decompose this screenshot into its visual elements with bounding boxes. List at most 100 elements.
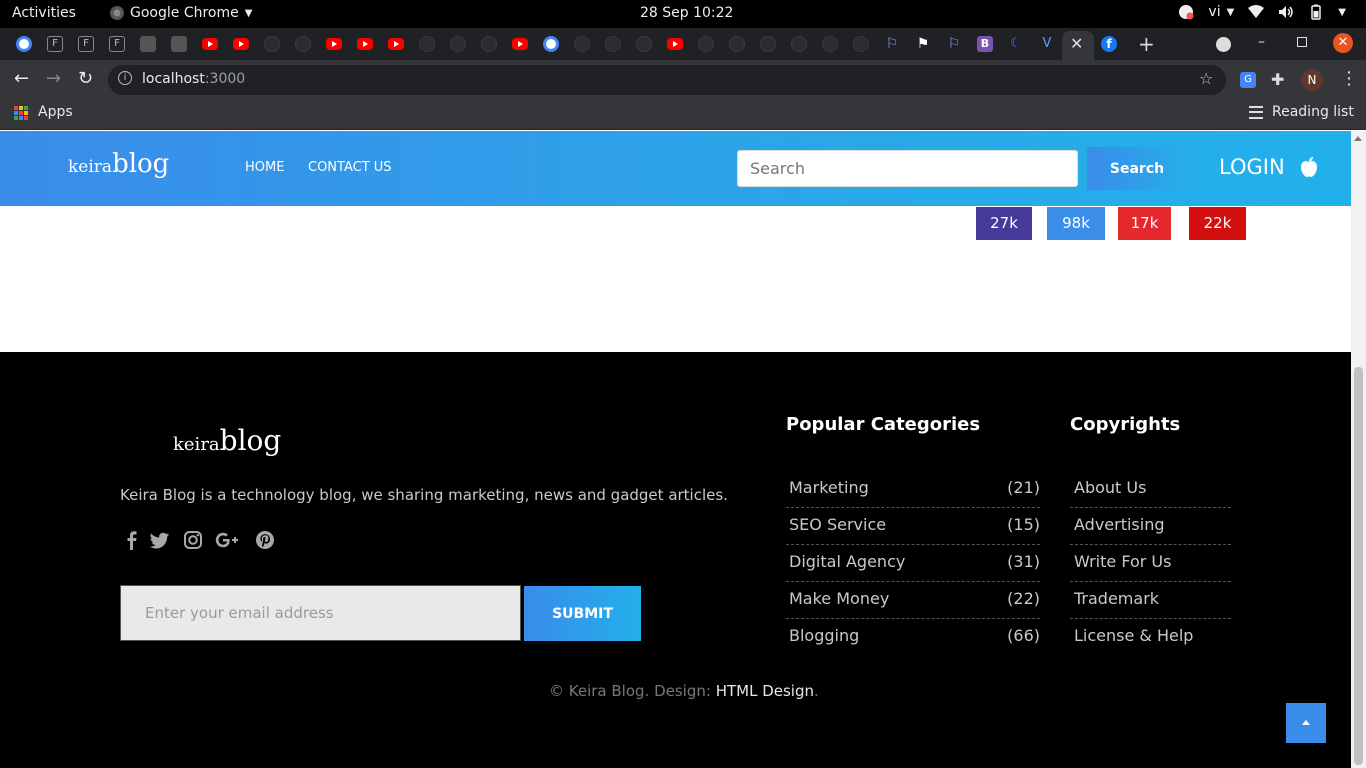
nav-home[interactable]: HOME (245, 160, 284, 175)
extensions-icon[interactable]: ✚ (1271, 70, 1284, 89)
site-info-icon[interactable]: i (118, 71, 132, 85)
tab-github-icon[interactable] (760, 36, 776, 52)
new-tab-button[interactable]: + (1138, 32, 1155, 56)
forward-button[interactable]: → (46, 68, 61, 89)
apps-bookmark[interactable]: Apps (38, 104, 73, 120)
tab-github-icon[interactable] (450, 36, 466, 52)
tab-f-icon[interactable]: F (47, 36, 63, 52)
tab-youtube-icon[interactable] (326, 38, 342, 50)
instagram-icon[interactable] (183, 530, 203, 550)
tab-f-icon[interactable]: F (78, 36, 94, 52)
tab-youtube-icon[interactable] (357, 38, 373, 50)
url-text[interactable]: localhost:3000 (142, 71, 245, 87)
browser-menu-icon[interactable]: ⋮ (1340, 68, 1358, 89)
system-clock[interactable]: 28 Sep 10:22 (640, 5, 733, 21)
copyright-link-item[interactable]: Advertising (1070, 508, 1231, 545)
tab-youtube-icon[interactable] (388, 38, 404, 50)
tab-youtube-icon[interactable] (512, 38, 528, 50)
copyright-link[interactable]: License & Help (1074, 626, 1193, 645)
newsletter-submit-button[interactable]: SUBMIT (524, 586, 641, 641)
app-menu[interactable]: Google Chrome ▼ (110, 5, 252, 21)
tab-f-icon[interactable]: F (109, 36, 125, 52)
category-item[interactable]: Make Money (22) (786, 582, 1040, 619)
activities-button[interactable]: Activities (12, 5, 76, 21)
apps-grid-icon[interactable] (14, 106, 28, 120)
search-button[interactable]: Search (1087, 147, 1187, 190)
copyright-link[interactable]: About Us (1074, 478, 1146, 497)
tab-github-icon[interactable] (605, 36, 621, 52)
tab-github-icon[interactable] (791, 36, 807, 52)
social-count-badge[interactable]: 22k (1189, 207, 1246, 240)
system-tray[interactable]: vi ▼ ▼ (1178, 4, 1346, 20)
profile-avatar[interactable]: N (1301, 69, 1323, 91)
reading-list-button[interactable]: Reading list (1272, 104, 1354, 120)
tab-github-icon[interactable] (481, 36, 497, 52)
window-close-button[interactable]: ✕ (1333, 33, 1353, 53)
tab-github-icon[interactable] (729, 36, 745, 52)
tab-github-icon[interactable] (822, 36, 838, 52)
tab-misc-icon[interactable] (171, 36, 187, 52)
address-bar[interactable] (108, 65, 1226, 95)
site-logo[interactable]: keirablog (68, 149, 169, 179)
category-item[interactable]: Marketing (21) (786, 471, 1040, 508)
scrollbar-thumb[interactable] (1354, 367, 1363, 765)
tab-github-icon[interactable] (264, 36, 280, 52)
copyright-link-item[interactable]: License & Help (1070, 619, 1231, 656)
pinterest-icon[interactable] (255, 530, 275, 550)
tab-flag-black-icon[interactable]: ⚑ (915, 36, 931, 52)
category-item[interactable]: Digital Agency (31) (786, 545, 1040, 582)
page-scrollbar[interactable] (1351, 131, 1366, 768)
tab-youtube-icon[interactable] (233, 38, 249, 50)
html-design-link[interactable]: HTML Design (716, 682, 814, 700)
google-plus-icon[interactable] (215, 530, 243, 550)
back-button[interactable]: ← (14, 68, 29, 89)
tab-github-icon[interactable] (636, 36, 652, 52)
close-tab-icon[interactable]: ✕ (1070, 34, 1083, 53)
newsletter-email-input[interactable] (120, 585, 521, 641)
copyright-link-item[interactable]: About Us (1070, 471, 1231, 508)
social-count-badge[interactable]: 98k (1047, 207, 1105, 240)
tab-github-icon[interactable] (698, 36, 714, 52)
tab-v-icon[interactable]: V (1039, 36, 1055, 52)
tab-flag-icon[interactable]: ⚐ (884, 36, 900, 52)
tab-search-icon[interactable] (1216, 37, 1231, 52)
social-count-badge[interactable]: 27k (976, 207, 1032, 240)
tab-youtube-icon[interactable] (202, 38, 218, 50)
reading-list-icon[interactable] (1249, 106, 1263, 119)
copyright-link-item[interactable]: Trademark (1070, 582, 1231, 619)
tab-flag-icon[interactable]: ⚐ (946, 36, 962, 52)
apple-icon[interactable] (1299, 156, 1319, 178)
category-item[interactable]: SEO Service (15) (786, 508, 1040, 545)
reload-button[interactable]: ↻ (78, 68, 93, 89)
minimize-button[interactable]: – (1258, 34, 1265, 50)
maximize-button[interactable] (1297, 37, 1307, 47)
tab-youtube-icon[interactable] (667, 38, 683, 50)
category-item[interactable]: Blogging (66) (786, 619, 1040, 656)
tab-misc-icon[interactable] (140, 36, 156, 52)
bookmark-star-icon[interactable]: ☆ (1199, 69, 1213, 88)
tab-facebook-icon[interactable]: f (1101, 36, 1117, 52)
copyright-link[interactable]: Write For Us (1074, 552, 1171, 571)
language-selector[interactable]: vi ▼ (1208, 4, 1234, 20)
social-count-badge[interactable]: 17k (1118, 207, 1171, 240)
tab-google-icon[interactable] (543, 36, 559, 52)
login-link[interactable]: LOGIN (1219, 155, 1285, 179)
scroll-up-icon[interactable] (1354, 136, 1362, 141)
copyright-link-item[interactable]: Write For Us (1070, 545, 1231, 582)
footer-logo[interactable]: keirablog (173, 424, 281, 457)
copyright-link[interactable]: Advertising (1074, 515, 1165, 534)
search-input[interactable] (737, 150, 1078, 187)
facebook-icon[interactable] (122, 530, 142, 550)
tab-github-icon[interactable] (574, 36, 590, 52)
tab-moon-icon[interactable]: ☾ (1008, 36, 1024, 52)
tab-google-icon[interactable] (16, 36, 32, 52)
nav-contact-us[interactable]: CONTACT US (308, 160, 392, 175)
tab-github-icon[interactable] (853, 36, 869, 52)
tab-bootstrap-icon[interactable]: B (977, 36, 993, 52)
translate-extension-icon[interactable]: G (1240, 72, 1256, 88)
tab-github-icon[interactable] (419, 36, 435, 52)
twitter-icon[interactable] (150, 530, 170, 550)
copyright-link[interactable]: Trademark (1074, 589, 1159, 608)
tab-github-icon[interactable] (295, 36, 311, 52)
back-to-top-button[interactable] (1286, 703, 1326, 743)
